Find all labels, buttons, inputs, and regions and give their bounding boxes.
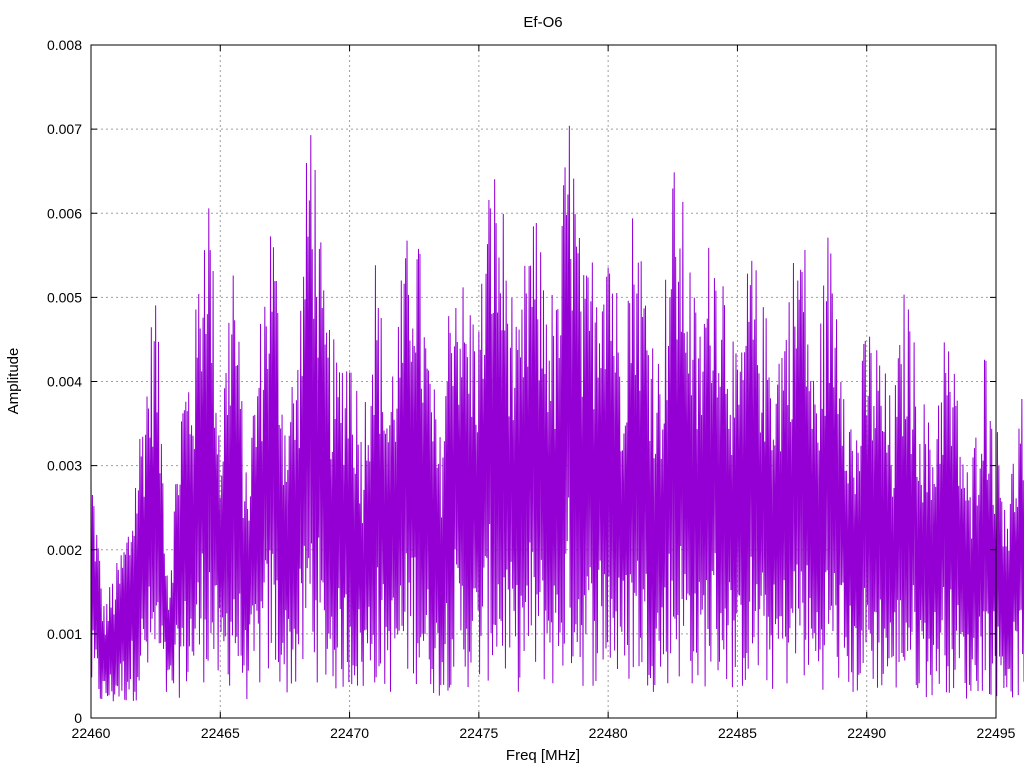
- x-tick-label: 22475: [459, 725, 498, 741]
- y-tick-label: 0.008: [47, 37, 82, 53]
- y-tick-labels: 0 0.001 0.002 0.003 0.004 0.005 0.006 0.007 0.00…: [47, 37, 82, 726]
- y-tick-label: 0: [74, 710, 82, 726]
- x-tick-label: 22485: [718, 725, 757, 741]
- series-line: [90, 125, 1024, 702]
- x-tick-label: 22490: [847, 725, 886, 741]
- y-tick-label: 0.007: [47, 121, 82, 137]
- y-axis-title: Amplitude: [5, 348, 22, 415]
- x-tick-label: 22465: [201, 725, 240, 741]
- chart-svg: 22460 22465 22470 22475 22480 22485 22490 22495…: [5, 14, 1024, 764]
- x-tick-labels: 22460 22465 22470 22475 22480 22485 22490 22495: [72, 725, 1016, 741]
- y-tick-label: 0.005: [47, 289, 82, 305]
- chart-title: Ef-O6: [523, 14, 562, 31]
- x-tick-label: 22495: [977, 725, 1016, 741]
- y-tick-label: 0.001: [47, 626, 82, 642]
- y-tick-label: 0.004: [47, 374, 82, 390]
- y-tick-label: 0.006: [47, 205, 82, 221]
- y-tick-label: 0.003: [47, 458, 82, 474]
- y-tick-label: 0.002: [47, 542, 82, 558]
- x-tick-label: 22470: [330, 725, 369, 741]
- series-layer: [90, 125, 1024, 702]
- x-tick-label: 22480: [589, 725, 628, 741]
- x-axis-title: Freq [MHz]: [506, 747, 580, 764]
- x-tick-label: 22460: [72, 725, 111, 741]
